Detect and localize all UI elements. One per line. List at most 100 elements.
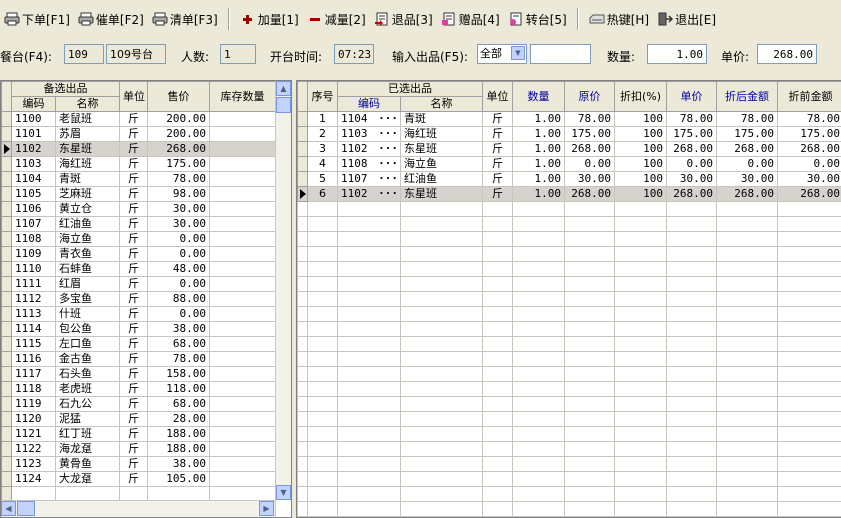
table-row[interactable]: 1104青斑斤78.00 <box>2 172 276 187</box>
row-indicator[interactable] <box>2 307 12 322</box>
row-indicator[interactable] <box>2 382 12 397</box>
table-row[interactable]: 1123黄骨鱼斤38.00 <box>2 457 276 472</box>
col-header-discount[interactable]: 折扣(%) <box>615 82 667 112</box>
exit-button[interactable]: 退出[E] <box>653 7 720 31</box>
table-row[interactable]: 51107···红油鱼斤1.0030.0010030.0030.0030.00 <box>298 172 841 187</box>
row-indicator[interactable] <box>298 142 308 157</box>
row-indicator[interactable] <box>2 112 12 127</box>
table-row[interactable]: 1116金古鱼斤78.00 <box>2 352 276 367</box>
row-indicator[interactable] <box>2 322 12 337</box>
bill-button[interactable]: 清单[F3] <box>148 7 222 31</box>
table-row[interactable]: 61102···东星班斤1.00268.00100268.00268.00268… <box>298 187 841 202</box>
table-row[interactable]: 21103···海红班斤1.00175.00100175.00175.00175… <box>298 127 841 142</box>
row-indicator[interactable] <box>2 187 12 202</box>
unit-price-field[interactable]: 268.00 <box>757 44 817 64</box>
table-row[interactable]: 1121红丁班斤188.00 <box>2 427 276 442</box>
scroll-down-icon[interactable]: ▼ <box>276 485 291 500</box>
cell-code[interactable]: 1108··· <box>338 157 401 172</box>
col-header-orig-price[interactable]: 原价 <box>565 82 615 112</box>
row-indicator[interactable] <box>2 442 12 457</box>
table-row[interactable]: 1109青衣鱼斤0.00 <box>2 247 276 262</box>
table-row[interactable]: 1117石头鱼斤158.00 <box>2 367 276 382</box>
table-row[interactable]: 1101苏眉斤200.00 <box>2 127 276 142</box>
col-header-name[interactable]: 名称 <box>401 97 483 112</box>
rush-order-button[interactable]: 催单[F2] <box>74 7 148 31</box>
left-vertical-scrollbar[interactable]: ▲ ▼ <box>275 81 291 500</box>
lookup-ellipsis-button[interactable]: ··· <box>378 112 398 126</box>
row-indicator[interactable] <box>2 262 12 277</box>
col-header-code[interactable]: 编码 <box>12 97 56 112</box>
row-indicator[interactable] <box>298 112 308 127</box>
cell-code[interactable]: 1102··· <box>338 187 401 202</box>
col-header-after-amount[interactable]: 折后金额 <box>717 82 778 112</box>
row-indicator[interactable] <box>298 157 308 172</box>
row-indicator[interactable] <box>2 397 12 412</box>
col-header-unit[interactable]: 单位 <box>483 82 513 112</box>
table-row[interactable]: 1119石九公斤68.00 <box>2 397 276 412</box>
row-indicator[interactable] <box>2 127 12 142</box>
order-button[interactable]: 下单[F1] <box>0 7 74 31</box>
row-indicator[interactable] <box>2 277 12 292</box>
table-row[interactable]: 1107红油鱼斤30.00 <box>2 217 276 232</box>
scroll-up-icon[interactable]: ▲ <box>276 81 291 96</box>
row-indicator[interactable] <box>2 472 12 487</box>
lookup-ellipsis-button[interactable]: ··· <box>378 157 398 171</box>
category-select[interactable]: 全部 ▼ <box>477 44 527 64</box>
col-header-price[interactable]: 售价 <box>148 82 210 112</box>
table-row[interactable]: 1124大龙趸斤105.00 <box>2 472 276 487</box>
row-indicator[interactable] <box>2 367 12 382</box>
row-indicator[interactable] <box>2 157 12 172</box>
item-search-input[interactable] <box>530 44 591 64</box>
scroll-right-icon[interactable]: ▶ <box>259 501 274 516</box>
row-indicator[interactable] <box>2 172 12 187</box>
table-row[interactable]: 1102东星班斤268.00 <box>2 142 276 157</box>
cell-code[interactable]: 1104··· <box>338 112 401 127</box>
row-indicator[interactable] <box>2 352 12 367</box>
row-indicator[interactable] <box>298 172 308 187</box>
row-indicator[interactable] <box>2 292 12 307</box>
people-field[interactable]: 1 <box>220 44 256 64</box>
scroll-left-icon[interactable]: ◀ <box>1 501 16 516</box>
table-row[interactable]: 11104···青斑斤1.0078.0010078.0078.0078.00 <box>298 112 841 127</box>
return-item-button[interactable]: 退品[3] <box>370 7 437 31</box>
reduce-qty-button[interactable]: 减量[2] <box>303 7 370 31</box>
table-row[interactable]: 1106黄立仓斤30.00 <box>2 202 276 217</box>
row-indicator[interactable] <box>2 412 12 427</box>
col-header-unit-price[interactable]: 单价 <box>667 82 717 112</box>
col-header-seq[interactable]: 序号 <box>308 82 338 112</box>
lookup-ellipsis-button[interactable]: ··· <box>378 142 398 156</box>
col-header-name[interactable]: 名称 <box>56 97 120 112</box>
table-row[interactable]: 41108···海立鱼斤1.000.001000.000.000.00 <box>298 157 841 172</box>
table-row[interactable]: 1100老鼠班斤200.00 <box>2 112 276 127</box>
scroll-thumb[interactable] <box>276 97 291 113</box>
scroll-thumb-h[interactable] <box>17 501 35 516</box>
row-indicator[interactable] <box>2 247 12 262</box>
table-row[interactable]: 1115左口鱼斤68.00 <box>2 337 276 352</box>
add-qty-button[interactable]: 加量[1] <box>236 7 303 31</box>
row-indicator[interactable] <box>2 457 12 472</box>
left-horizontal-scrollbar[interactable]: ◀ ▶ <box>1 500 275 517</box>
table-row[interactable]: 1122海龙趸斤188.00 <box>2 442 276 457</box>
cell-code[interactable]: 1107··· <box>338 172 401 187</box>
row-indicator[interactable] <box>2 202 12 217</box>
table-row[interactable]: 1114包公鱼斤38.00 <box>2 322 276 337</box>
row-indicator[interactable] <box>298 187 308 202</box>
table-row[interactable]: 1110石蚌鱼斤48.00 <box>2 262 276 277</box>
lookup-ellipsis-button[interactable]: ··· <box>378 172 398 186</box>
row-indicator[interactable] <box>2 337 12 352</box>
table-row[interactable]: 1108海立鱼斤0.00 <box>2 232 276 247</box>
lookup-ellipsis-button[interactable]: ··· <box>378 127 398 141</box>
quantity-field[interactable]: 1.00 <box>647 44 707 64</box>
table-row[interactable]: 1120泥猛斤28.00 <box>2 412 276 427</box>
cell-code[interactable]: 1103··· <box>338 127 401 142</box>
lookup-ellipsis-button[interactable]: ··· <box>378 187 398 201</box>
hotkey-button[interactable]: 热键[H] <box>585 7 653 31</box>
chevron-down-icon[interactable]: ▼ <box>511 46 525 60</box>
table-row[interactable]: 31102···东星班斤1.00268.00100268.00268.00268… <box>298 142 841 157</box>
row-indicator[interactable] <box>2 142 12 157</box>
row-indicator[interactable] <box>2 217 12 232</box>
table-row[interactable]: 1111红眉斤0.00 <box>2 277 276 292</box>
col-header-unit[interactable]: 单位 <box>120 82 148 112</box>
table-row[interactable]: 1112多宝鱼斤88.00 <box>2 292 276 307</box>
row-indicator[interactable] <box>298 127 308 142</box>
